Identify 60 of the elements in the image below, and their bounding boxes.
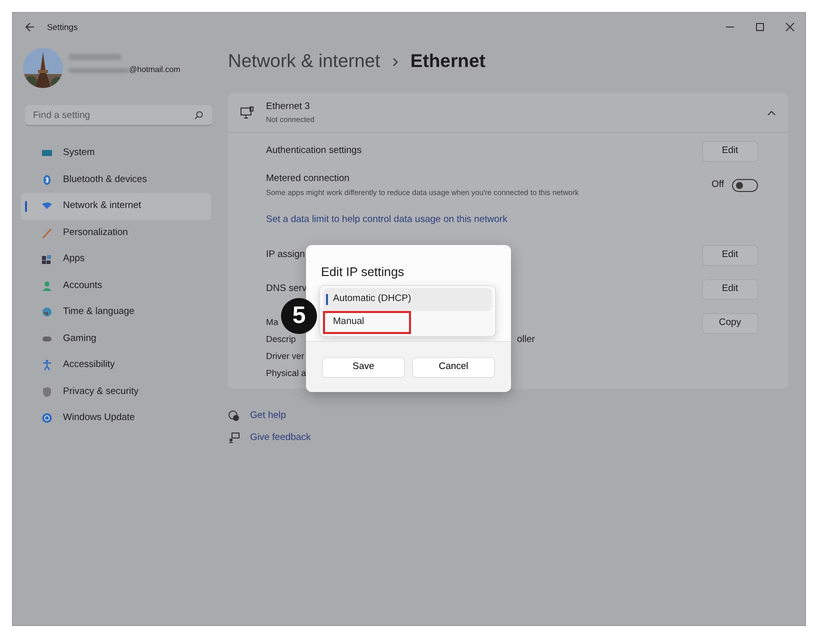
help-link[interactable]: Get help	[250, 409, 286, 424]
setting-label: IP assign	[266, 248, 305, 262]
breadcrumb-separator: ›	[392, 49, 398, 74]
apps-icon	[41, 253, 53, 266]
window-title: Settings	[47, 20, 78, 34]
sidebar-item[interactable]: Time & language	[21, 299, 211, 326]
property-value: oller	[517, 333, 535, 348]
page-title: Ethernet	[410, 49, 486, 74]
close-icon	[784, 21, 796, 33]
chevron-up-icon	[767, 110, 776, 116]
edit-button[interactable]: Edit	[702, 244, 758, 266]
collapse-button[interactable]	[767, 110, 776, 116]
sidebar-item[interactable]: Windows Update	[21, 405, 211, 432]
edit-button[interactable]: Edit	[702, 278, 758, 300]
dropdown-option[interactable]: Automatic (DHCP)	[323, 288, 492, 311]
globe-icon	[41, 306, 53, 318]
toggle-switch[interactable]	[732, 178, 758, 192]
person-icon	[41, 280, 53, 292]
cancel-button[interactable]: Cancel	[412, 357, 495, 378]
sidebar-item[interactable]: Accessibility	[21, 352, 211, 378]
brush-icon	[41, 226, 53, 239]
back-icon	[25, 22, 35, 32]
feedback-icon	[228, 432, 240, 444]
sidebar-item[interactable]: System	[21, 140, 211, 166]
help-link[interactable]: Give feedback	[250, 431, 311, 446]
search-field[interactable]: Find a setting	[25, 105, 212, 126]
property-label: Descrip	[266, 334, 296, 344]
sidebar-item[interactable]: Privacy & security	[21, 378, 211, 405]
toggle-state: Off	[712, 178, 724, 192]
adapter-name: Ethernet 3	[266, 100, 311, 114]
sidebar-item[interactable]: Accounts	[21, 272, 211, 299]
bluetooth-icon	[41, 174, 53, 186]
help-icon	[228, 410, 240, 422]
sidebar-item[interactable]: Gaming	[21, 326, 211, 352]
edit-button[interactable]: Edit	[702, 140, 758, 162]
setting-label: DNS serv	[266, 282, 307, 296]
selection-indicator	[326, 294, 328, 305]
property-label: Driver ver	[266, 351, 304, 362]
setting-label: Authentication settings	[266, 144, 362, 158]
breadcrumb-parent[interactable]: Network & internet	[228, 47, 380, 75]
computer-icon	[240, 106, 254, 119]
dialog-title: Edit IP settings	[321, 264, 404, 281]
data-limit-link[interactable]: Set a data limit to help control data usage on this network	[266, 212, 508, 228]
account-email: @hotmail.com	[129, 64, 180, 76]
search-icon	[194, 111, 203, 120]
sidebar-item[interactable]: Apps	[21, 246, 211, 272]
save-button[interactable]: Save	[322, 357, 405, 378]
back-button[interactable]	[25, 22, 35, 32]
maximize-icon	[754, 21, 766, 33]
sidebar-item[interactable]: Bluetooth & devices	[21, 166, 211, 193]
property-label: Ma	[266, 317, 278, 328]
accessibility-icon	[41, 359, 53, 372]
property-label: Physical a	[266, 368, 306, 378]
shield-icon	[41, 386, 53, 398]
selection-indicator	[25, 201, 27, 212]
sidebar-item[interactable]: Personalization	[21, 220, 211, 246]
setting-label: Metered connection	[266, 172, 350, 186]
redacted-name	[69, 54, 121, 60]
sidebar-item[interactable]: Network & internet	[21, 193, 211, 220]
copy-button[interactable]: Copy	[702, 313, 758, 334]
